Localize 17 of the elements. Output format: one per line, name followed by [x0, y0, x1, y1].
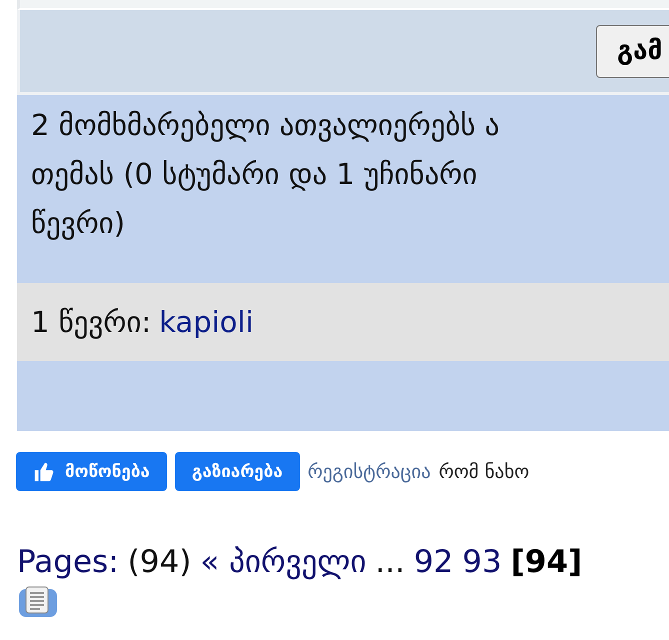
page-count: (94) — [128, 544, 192, 580]
thumbs-up-icon — [33, 460, 55, 482]
first-page-link[interactable]: « პირველი — [200, 544, 366, 580]
members-label: 1 წევრი: — [31, 305, 152, 339]
online-users-text: 2 მომხმარებელი ათვალიერებს ა თემას (0 სტუმარი და 1 უჩინარი წევრი) — [30, 107, 501, 242]
current-page: [94] — [510, 544, 582, 580]
register-link[interactable]: რეგისტრაცია — [308, 460, 431, 482]
share-button[interactable]: გაზიარება — [174, 452, 300, 491]
page-link[interactable]: 92 — [414, 544, 454, 580]
ellipsis: ... — [375, 544, 405, 580]
pages-label: Pages: — [17, 544, 119, 580]
like-button[interactable]: მოწონება — [16, 452, 167, 491]
register-text: რომ ნახო — [438, 460, 530, 482]
document-icon[interactable] — [18, 586, 58, 618]
page-link[interactable]: 93 — [462, 544, 502, 580]
member-link[interactable]: kapioli — [159, 305, 254, 339]
submit-button[interactable]: გამ — [596, 24, 669, 78]
